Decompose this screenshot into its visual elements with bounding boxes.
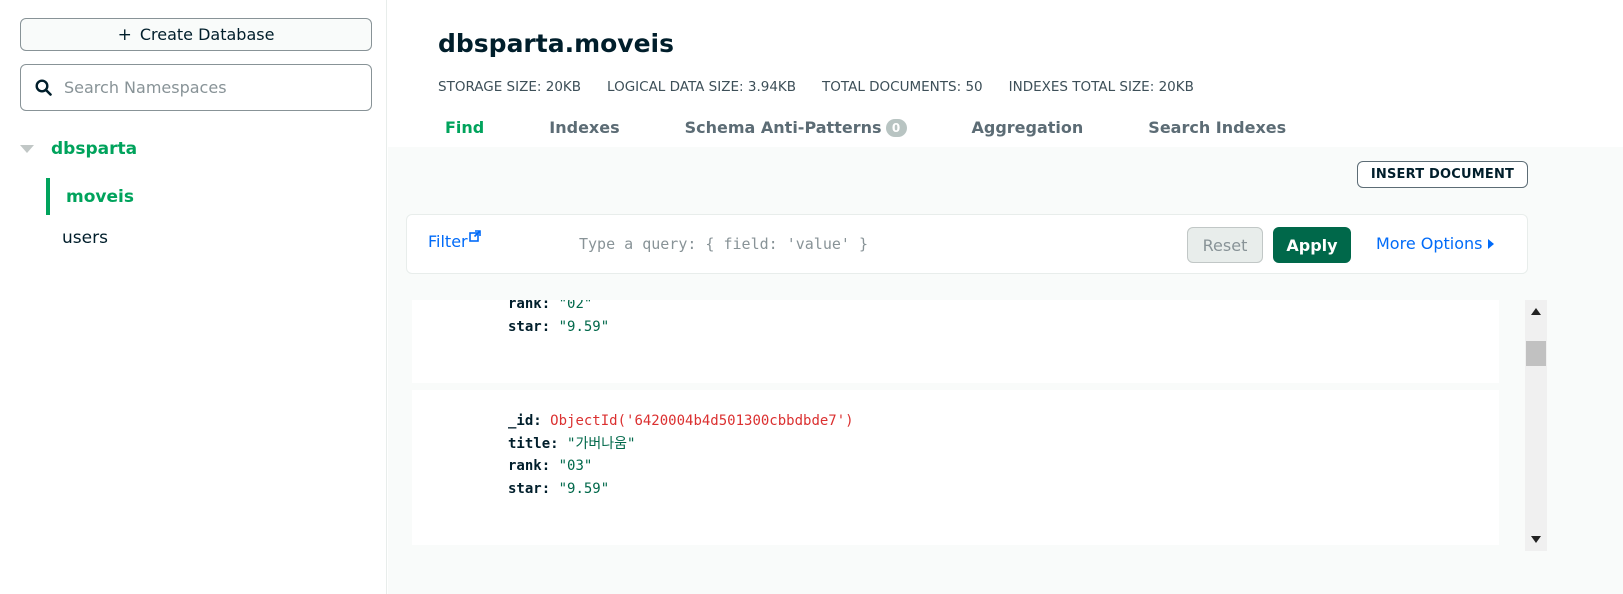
tab-indexes[interactable]: Indexes: [549, 118, 619, 137]
query-input[interactable]: [579, 230, 1159, 258]
reset-button[interactable]: Reset: [1187, 227, 1263, 263]
query-bar: Filter Reset Apply More Options: [406, 214, 1528, 274]
stat-indexes-total-size: INDEXES TOTAL SIZE: 20KB: [1008, 79, 1194, 95]
search-icon: [35, 79, 52, 96]
search-namespaces-input[interactable]: [64, 78, 354, 97]
count-badge: 0: [885, 118, 907, 137]
insert-document-button[interactable]: INSERT DOCUMENT: [1357, 161, 1528, 188]
sidebar-collection-moveis[interactable]: moveis: [46, 178, 366, 215]
page-title: dbsparta.moveis: [438, 29, 675, 58]
document-field-rank: rank: "03": [508, 458, 593, 474]
stat-total-documents: TOTAL DOCUMENTS: 50: [822, 79, 983, 95]
tab-schema-anti-patterns[interactable]: Schema Anti-Patterns 0: [685, 118, 907, 137]
stat-logical-data-size: LOGICAL DATA SIZE: 3.94KB: [607, 79, 797, 95]
tab-label: Schema Anti-Patterns: [684, 118, 882, 137]
create-database-label: Create Database: [139, 25, 275, 44]
sidebar-collection-users[interactable]: users: [62, 228, 108, 248]
filter-link[interactable]: Filter: [428, 230, 481, 251]
caret-down-icon[interactable]: [20, 145, 34, 153]
stat-storage-size: STORAGE SIZE: 20KB: [438, 79, 582, 95]
sidebar: + Create Database dbsparta moveis users: [0, 0, 387, 594]
collection-tabs: Find Indexes Schema Anti-Patterns 0 Aggr…: [445, 118, 1351, 137]
document-field-title: title: "가버나움": [508, 435, 636, 452]
document-card[interactable]: _id: ObjectId('6420004b4d501300cbbdbde7'…: [412, 390, 1499, 545]
scroll-down-arrow-icon[interactable]: [1531, 536, 1541, 543]
plus-icon: +: [117, 24, 132, 45]
collection-header: dbsparta.moveis STORAGE SIZE: 20KB LOGIC…: [388, 0, 1623, 147]
more-options-label: More Options: [1376, 234, 1483, 253]
search-namespaces-box[interactable]: [20, 64, 372, 111]
collection-label: moveis: [66, 186, 134, 207]
documents-scrollbar[interactable]: [1525, 300, 1547, 551]
tab-search-indexes[interactable]: Search Indexes: [1148, 118, 1286, 137]
apply-button[interactable]: Apply: [1273, 227, 1351, 263]
caret-right-icon: [1488, 238, 1495, 249]
document-field-star: star: "9.59": [508, 480, 610, 497]
document-field-rank: rank: "02": [508, 300, 593, 312]
database-name: dbsparta: [51, 139, 138, 159]
scroll-thumb[interactable]: [1526, 341, 1546, 366]
documents-view: INSERT DOCUMENT Filter Reset Apply More …: [388, 147, 1623, 594]
more-options-link[interactable]: More Options: [1376, 234, 1495, 253]
scroll-up-arrow-icon[interactable]: [1531, 308, 1541, 315]
document-field-star: star: "9.59": [508, 318, 610, 335]
tab-aggregation[interactable]: Aggregation: [972, 118, 1084, 137]
documents-list: rank: "02" star: "9.59" _id: ObjectId('6…: [412, 300, 1499, 594]
external-link-icon: [468, 230, 481, 242]
document-card[interactable]: rank: "02" star: "9.59": [412, 300, 1499, 383]
document-field-id: _id: ObjectId('6420004b4d501300cbbdbde7'…: [508, 413, 854, 429]
collection-stats: STORAGE SIZE: 20KB LOGICAL DATA SIZE: 3.…: [438, 79, 1220, 95]
sidebar-database-item[interactable]: dbsparta: [20, 136, 137, 162]
tab-find[interactable]: Find: [445, 118, 484, 137]
create-database-button[interactable]: + Create Database: [20, 18, 372, 51]
filter-label: Filter: [428, 232, 468, 251]
main-panel: dbsparta.moveis STORAGE SIZE: 20KB LOGIC…: [388, 0, 1623, 594]
